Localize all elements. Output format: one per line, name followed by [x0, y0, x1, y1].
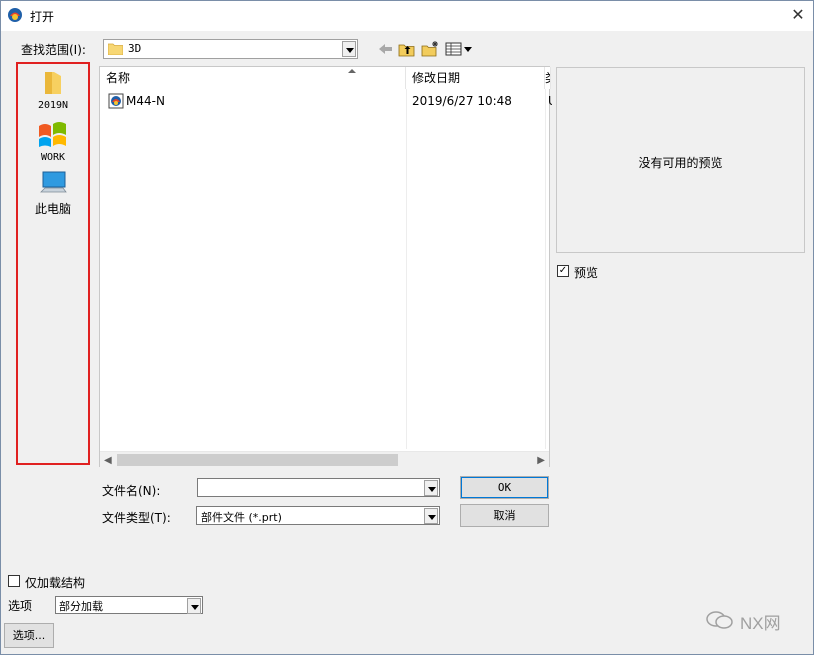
new-folder-icon[interactable] — [420, 40, 440, 58]
column-divider — [545, 89, 546, 449]
places-bar: 2019N WORK 此电脑 — [16, 62, 90, 465]
options-label: 选项 — [8, 599, 33, 613]
up-folder-icon[interactable] — [397, 40, 417, 58]
column-header-name[interactable]: 名称 — [100, 67, 406, 89]
place-work[interactable]: WORK — [18, 120, 88, 163]
title-bar[interactable] — [1, 1, 813, 31]
look-in-value: 3D — [128, 42, 142, 55]
file-type-combo[interactable]: 部件文件 (*.prt) — [196, 506, 440, 525]
file-name-dropdown-arrow[interactable] — [424, 480, 438, 496]
place-label: 此电脑 — [34, 202, 71, 216]
cancel-button[interactable]: 取消 — [460, 504, 549, 527]
file-name-input[interactable] — [197, 478, 440, 497]
watermark: NX网 — [705, 607, 797, 633]
options-button[interactable]: 选项... — [4, 623, 54, 648]
look-in-label: 查找范围(I): — [21, 43, 86, 57]
file-list[interactable]: 名称 修改日期 类 M44-N 2019/6/27 10:48 U — [99, 66, 552, 467]
place-label: 2019N — [37, 100, 69, 111]
watermark-text: NX网 — [740, 614, 781, 633]
load-structure-label: 仅加载结构 — [25, 576, 86, 590]
work-logo-icon — [39, 122, 66, 147]
preview-message: 没有可用的预览 — [638, 156, 723, 170]
close-button[interactable]: ✕ — [786, 4, 810, 26]
close-icon: ✕ — [791, 5, 805, 24]
place-2019n[interactable]: 2019N — [18, 70, 88, 111]
preview-pane: 没有可用的预览 — [556, 67, 805, 253]
file-name: M44-N — [126, 94, 165, 108]
scroll-left-icon[interactable]: ◀ — [104, 455, 112, 466]
look-in-dropdown-arrow[interactable] — [342, 41, 356, 57]
sort-caret-icon — [348, 69, 356, 73]
view-menu-icon[interactable] — [444, 40, 474, 58]
nx-part-file-icon — [108, 93, 124, 109]
file-date: 2019/6/27 10:48 — [412, 94, 512, 108]
computer-icon — [40, 171, 67, 193]
column-header-type[interactable]: 类 — [545, 67, 551, 89]
nx-app-icon — [8, 8, 22, 22]
folder-icon — [45, 72, 61, 94]
column-divider — [406, 89, 407, 449]
file-row[interactable]: M44-N 2019/6/27 10:48 U — [104, 92, 552, 112]
file-type-dropdown-arrow[interactable] — [424, 508, 438, 524]
preview-checkbox[interactable]: ✓ — [557, 265, 569, 277]
file-type-value: 部件文件 (*.prt) — [201, 511, 282, 524]
horizontal-scrollbar[interactable]: ◀ ▶ — [100, 451, 549, 467]
folder-icon — [108, 43, 123, 55]
look-in-combo[interactable]: 3D — [103, 39, 358, 59]
back-arrow-icon[interactable] — [376, 40, 396, 58]
options-dropdown-arrow[interactable] — [187, 598, 201, 614]
column-header-date[interactable]: 修改日期 — [406, 67, 545, 89]
options-value: 部分加载 — [59, 600, 103, 613]
preview-checkbox-label: 预览 — [574, 266, 599, 280]
place-this-pc[interactable]: 此电脑 — [18, 170, 88, 217]
file-name-label: 文件名(N): — [102, 484, 161, 498]
wechat-icon — [706, 611, 733, 629]
scroll-thumb[interactable] — [117, 454, 398, 466]
file-type: U — [548, 94, 552, 108]
load-structure-checkbox[interactable] — [8, 575, 20, 587]
place-label: WORK — [40, 152, 66, 163]
window-title: 打开 — [30, 10, 55, 24]
options-combo[interactable]: 部分加载 — [55, 596, 203, 614]
file-type-label: 文件类型(T): — [102, 511, 171, 525]
ok-button[interactable]: OK — [460, 476, 549, 499]
scroll-right-icon[interactable]: ▶ — [537, 455, 545, 466]
